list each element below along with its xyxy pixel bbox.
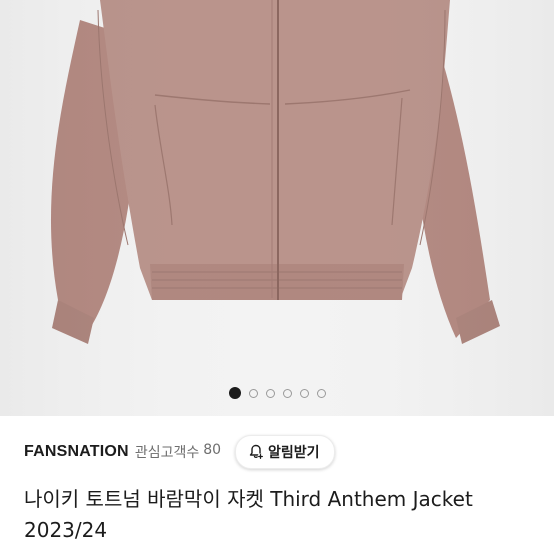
notification-subscribe-button[interactable]: 알림받기	[235, 435, 335, 469]
carousel-indicators	[0, 386, 554, 400]
shop-name[interactable]: FANSNATION	[24, 443, 129, 461]
carousel-dot-2[interactable]	[248, 388, 258, 398]
carousel-dot-5[interactable]	[299, 388, 309, 398]
carousel-dot-1[interactable]	[228, 387, 241, 399]
bell-plus-icon	[248, 444, 264, 460]
shop-info-row: FANSNATION 관심고객수 80 알림받기	[24, 434, 530, 470]
followers-label: 관심고객수	[134, 445, 200, 461]
followers-number: 80	[203, 442, 222, 458]
product-title-line-1: 나이키 토트넘 바람막이 자켓 Third Anthem Jacket	[24, 487, 473, 511]
product-photo	[0, 0, 554, 416]
product-title-line-2: 2023/24	[24, 518, 108, 542]
notification-button-label: 알림받기	[268, 445, 320, 461]
carousel-dot-4[interactable]	[282, 388, 292, 398]
carousel-dot-3[interactable]	[265, 388, 275, 398]
product-title: 나이키 토트넘 바람막이 자켓 Third Anthem Jacket 2023…	[24, 484, 534, 546]
carousel-dot-6[interactable]	[316, 388, 326, 398]
product-image-carousel[interactable]	[0, 0, 554, 416]
followers-count: 관심고객수 80	[135, 442, 221, 462]
product-detail-page: FANSNATION 관심고객수 80 알림받기 나이키 토트넘 바람막이 자켓…	[0, 0, 554, 554]
